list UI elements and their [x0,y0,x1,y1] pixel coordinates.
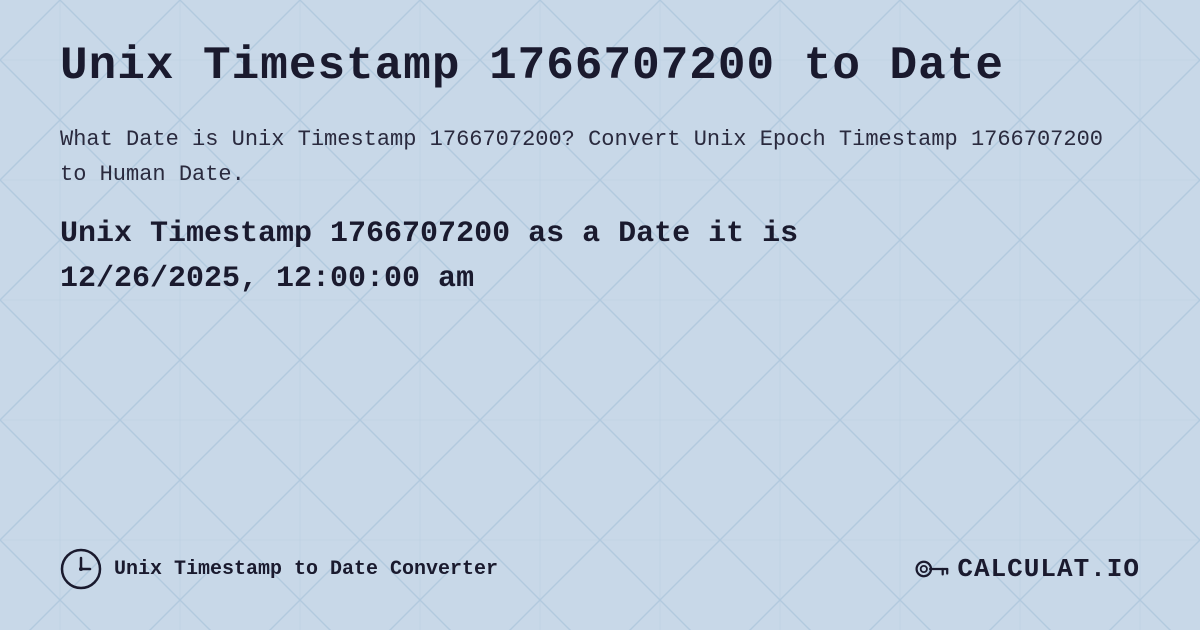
logo-text: CALCULAT.IO [957,554,1140,584]
result-text: Unix Timestamp 1766707200 as a Date it i… [60,212,1140,302]
footer-link-text: Unix Timestamp to Date Converter [114,558,498,581]
footer-left[interactable]: Unix Timestamp to Date Converter [60,548,498,590]
page-description: What Date is Unix Timestamp 1766707200? … [60,122,1140,192]
result-section: Unix Timestamp 1766707200 as a Date it i… [60,212,1140,302]
logo-area[interactable]: CALCULAT.IO [913,551,1140,587]
logo-icon [913,551,949,587]
result-line2: 12/26/2025, 12:00:00 am [60,262,474,296]
footer: Unix Timestamp to Date Converter CALCULA… [60,528,1140,590]
clock-icon [60,548,102,590]
result-line1: Unix Timestamp 1766707200 as a Date it i… [60,217,798,251]
page-title: Unix Timestamp 1766707200 to Date [60,40,1140,92]
